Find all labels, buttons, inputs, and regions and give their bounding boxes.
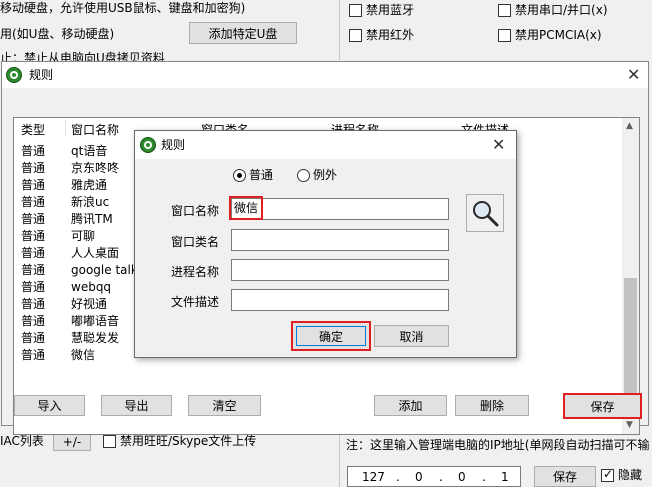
ip-save-button[interactable]: 保存 [534,466,596,487]
serial-port-label: 禁用串口/并口(x) [515,3,608,17]
radio-exception-label: 例外 [313,168,338,182]
dialog-title: 规则 [161,138,186,152]
ip-dot: . [396,470,400,484]
rule-window-title: 规则 [29,68,54,82]
row-type: 普通 [21,331,46,345]
row-type: 普通 [21,297,46,311]
magnifier-icon [473,201,499,227]
row-type: 普通 [21,280,46,294]
add-button[interactable]: 添加 [374,395,447,416]
divider [339,0,340,60]
ip-dot: . [482,470,486,484]
row-type: 普通 [21,161,46,175]
row-window-name: 可聊 [71,229,96,243]
ok-button[interactable]: 确定 [291,321,371,351]
close-icon[interactable]: ✕ [627,67,640,83]
bluetooth-label: 禁用蓝牙 [366,3,415,17]
bluetooth-checkbox[interactable] [349,4,362,17]
ip-dot: . [439,470,443,484]
hide-checkbox[interactable] [601,467,614,482]
process-name-label: 进程名称 [171,265,220,279]
row-window-name: 腾讯TM [71,212,113,226]
radio-normal-label: 普通 [249,168,274,182]
column-header-window-name[interactable]: 窗口名称 [71,122,119,138]
wangwang-upload-label: 禁用旺旺/Skype文件上传 [120,434,257,448]
file-desc-field[interactable] [231,289,449,311]
infrared-label: 禁用红外 [366,28,415,42]
row-type: 普通 [21,229,46,243]
mac-list-label: IAC列表 [0,434,44,448]
file-desc-label: 文件描述 [171,295,220,309]
serial-port-checkbox[interactable] [498,4,511,17]
radio-exception[interactable] [297,169,310,182]
scroll-up-icon[interactable]: ▲ [626,121,633,131]
window-class-field[interactable] [231,229,449,251]
row-window-name: webqq [71,280,112,294]
ip-octet-1: 127 [362,470,385,484]
ip-note-text: 注：这里输入管理端电脑的IP地址(单网段自动扫描可不输 [346,438,650,452]
hide-label: 隐藏 [618,468,643,482]
rule-edit-dialog: 规则 ✕ 普通 例外 窗口名称 微信 窗口类名 进程名称 文件描述 确定 取消 [134,130,517,358]
row-window-name: qt语音 [71,144,108,158]
window-name-field[interactable]: 微信 [229,196,449,220]
infrared-checkbox[interactable] [349,29,362,42]
row-type: 普通 [21,195,46,209]
find-window-button[interactable] [466,194,504,232]
divider [339,427,340,487]
row-window-name: 新浪uc [71,195,110,209]
ip-address-input[interactable]: 127 . 0 . 0 . 1 [347,466,521,487]
column-header-type[interactable]: 类型 [21,122,45,138]
window-name-value: 微信 [229,196,264,220]
rule-window-titlebar: 规则 ✕ [2,62,648,88]
row-window-name: 嘟嘟语音 [71,314,120,328]
cancel-button[interactable]: 取消 [374,325,449,347]
row-type: 普通 [21,314,46,328]
usb-desc-text: 移动硬盘，允许使用USB鼠标、键盘和加密狗) [0,1,246,15]
ip-octet-4: 1 [501,470,509,484]
wangwang-upload-checkbox[interactable] [103,435,116,448]
row-type: 普通 [21,246,46,260]
row-type: 普通 [21,212,46,226]
app-icon [140,137,156,153]
window-class-label: 窗口类名 [171,235,220,249]
row-window-name: 雅虎通 [71,178,108,192]
scroll-down-icon[interactable]: ▼ [626,420,633,430]
add-specific-udisk-button[interactable]: 添加特定U盘 [189,22,297,44]
process-name-field[interactable] [231,259,449,281]
row-window-name: 微信 [71,348,96,362]
dialog-titlebar: 规则 ✕ [135,131,516,159]
column-divider [65,120,66,136]
vertical-scrollbar[interactable]: ▲ ▼ [622,118,639,434]
udisk-copy-desc-text: 止：禁止从电脑向U盘拷贝资料 [0,51,165,61]
ok-button-label: 确定 [296,326,366,346]
window-name-label: 窗口名称 [171,204,220,218]
row-window-name: 人人桌面 [71,246,120,260]
delete-button[interactable]: 删除 [455,395,529,416]
row-type: 普通 [21,178,46,192]
row-type: 普通 [21,263,46,277]
ip-octet-2: 0 [415,470,423,484]
pcmcia-label: 禁用PCMCIA(x) [515,28,602,42]
udisk-desc-text: 用(如U盘、移动硬盘) [0,27,115,41]
app-icon [6,67,22,83]
save-button[interactable]: 保存 [563,393,642,419]
row-window-name: google talk [71,263,138,277]
row-type: 普通 [21,348,46,362]
import-button[interactable]: 导入 [14,395,85,416]
clear-button[interactable]: 清空 [188,395,261,416]
export-button[interactable]: 导出 [101,395,172,416]
row-type: 普通 [21,144,46,158]
pcmcia-checkbox[interactable] [498,29,511,42]
close-icon[interactable]: ✕ [492,137,505,153]
row-window-name: 好视通 [71,297,108,311]
radio-normal[interactable] [233,169,246,182]
ip-octet-3: 0 [458,470,466,484]
row-window-name: 京东咚咚 [71,161,120,175]
row-window-name: 慧聪发发 [71,331,120,345]
